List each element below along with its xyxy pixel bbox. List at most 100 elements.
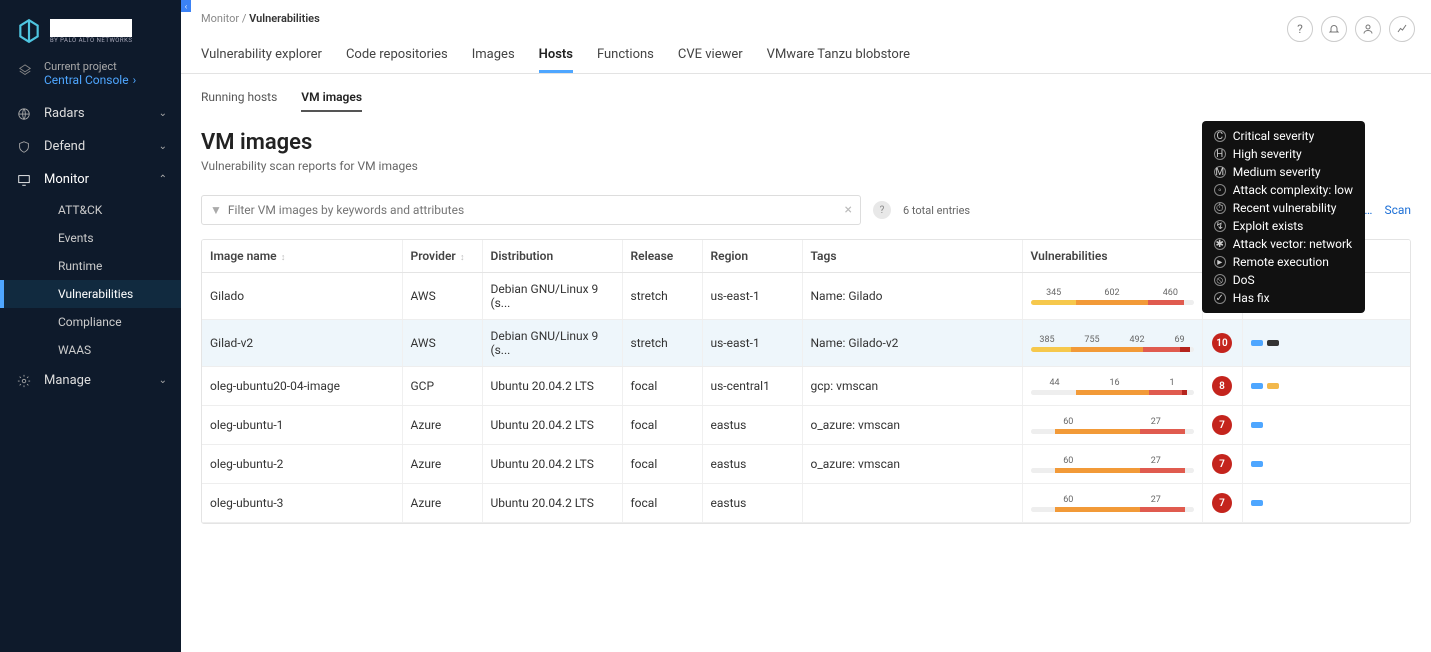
severity-bar xyxy=(1031,347,1194,352)
nav-item-radars[interactable]: Radars⌄ xyxy=(0,97,181,130)
entry-count: 6 total entries xyxy=(903,204,970,217)
actions-cell[interactable] xyxy=(1251,461,1403,467)
severity-bar xyxy=(1031,300,1194,305)
nav-list: Radars⌄Defend⌄Monitor⌃ATT&CKEventsRuntim… xyxy=(0,97,181,397)
tooltip-row: ◦Attack complexity: low xyxy=(1214,183,1353,197)
severity-icon: M xyxy=(1214,166,1226,178)
col-header[interactable]: Image name ↕ xyxy=(202,240,402,273)
scan-button[interactable]: Scan xyxy=(1384,203,1411,217)
chevron-down-icon: ⌄ xyxy=(159,108,167,119)
sort-icon: ↕ xyxy=(458,253,465,263)
globe-icon xyxy=(16,107,32,121)
clear-icon[interactable]: × xyxy=(845,202,852,218)
table-row[interactable]: Gilad-v2AWSDebian GNU/Linux 9 (s...stret… xyxy=(202,320,1410,367)
shield-icon xyxy=(16,140,32,154)
col-header[interactable]: Region xyxy=(702,240,802,273)
table-row[interactable]: oleg-ubuntu-1AzureUbuntu 20.04.2 LTSfoca… xyxy=(202,406,1410,445)
brand-sub: BY PALO ALTO NETWORKS xyxy=(50,37,132,44)
risk-badge[interactable]: 7 xyxy=(1212,493,1232,513)
severity-icon: C xyxy=(1214,130,1226,142)
severity-icon: ◦ xyxy=(1214,184,1226,196)
main-pane: ? Monitor / Vulnerabilities Vulnerabilit… xyxy=(181,0,1431,652)
help-icon[interactable]: ? xyxy=(1287,16,1313,42)
user-icon[interactable] xyxy=(1355,16,1381,42)
subnav-runtime[interactable]: Runtime xyxy=(0,252,181,280)
table-row[interactable]: oleg-ubuntu20-04-imageGCPUbuntu 20.04.2 … xyxy=(202,367,1410,406)
severity-bar xyxy=(1031,507,1194,512)
sort-icon: ↕ xyxy=(279,253,286,263)
chart-icon[interactable] xyxy=(1389,16,1415,42)
table-row[interactable]: oleg-ubuntu-2AzureUbuntu 20.04.2 LTSfoca… xyxy=(202,445,1410,484)
tabs-top: Vulnerability explorer Code repositories I… xyxy=(181,29,1431,74)
severity-icon: ⦸ xyxy=(1214,274,1226,286)
subnav-events[interactable]: Events xyxy=(0,224,181,252)
risk-factors-tooltip: CCritical severityHHigh severityMMedium … xyxy=(1202,121,1365,313)
chevron-right-icon: › xyxy=(133,73,137,87)
subnav-vulnerabilities[interactable]: Vulnerabilities xyxy=(0,280,181,308)
severity-icon: ✱ xyxy=(1214,238,1226,250)
tooltip-row: ⦸DoS xyxy=(1214,273,1353,287)
tab-hosts[interactable]: Hosts xyxy=(539,39,573,73)
subnav-compliance[interactable]: Compliance xyxy=(0,308,181,336)
subnav-waas[interactable]: WAAS xyxy=(0,336,181,364)
table-row[interactable]: oleg-ubuntu-3AzureUbuntu 20.04.2 LTSfoca… xyxy=(202,484,1410,523)
nav-item-manage[interactable]: Manage⌄ xyxy=(0,364,181,397)
breadcrumb-parent[interactable]: Monitor xyxy=(201,12,239,25)
nav-item-defend[interactable]: Defend⌄ xyxy=(0,130,181,163)
tab-cve-viewer[interactable]: CVE viewer xyxy=(678,39,743,73)
filter-icon: ▼ xyxy=(210,203,222,217)
risk-badge[interactable]: 7 xyxy=(1212,454,1232,474)
bell-icon[interactable] xyxy=(1321,16,1347,42)
risk-badge[interactable]: 7 xyxy=(1212,415,1232,435)
nav-item-monitor[interactable]: Monitor⌃ xyxy=(0,163,181,196)
monitor-icon xyxy=(16,173,32,187)
sidebar-collapse[interactable]: ‹ xyxy=(181,0,191,12)
gear-icon xyxy=(16,374,32,388)
col-header[interactable]: Tags xyxy=(802,240,1022,273)
severity-bar xyxy=(1031,468,1194,473)
severity-icon: H xyxy=(1214,148,1226,160)
tab-vulnerability-explorer[interactable]: Vulnerability explorer xyxy=(201,39,322,73)
col-header[interactable]: Release xyxy=(622,240,702,273)
search-help-icon[interactable]: ? xyxy=(873,201,891,219)
tooltip-row: ✓Has fix xyxy=(1214,291,1353,305)
severity-icon: ✓ xyxy=(1214,292,1226,304)
risk-badge[interactable]: 8 xyxy=(1212,376,1232,396)
breadcrumb-current: Vulnerabilities xyxy=(249,12,320,25)
tooltip-row: ⏱Recent vulnerability xyxy=(1214,201,1353,215)
severity-bar xyxy=(1031,429,1194,434)
tabs-sub: Running hosts VM images xyxy=(181,74,1431,112)
project-label: Current project xyxy=(44,60,165,73)
actions-cell[interactable] xyxy=(1251,500,1403,506)
project-selector[interactable]: Current project Central Console› xyxy=(0,50,181,97)
tab-code-repositories[interactable]: Code repositories xyxy=(346,39,448,73)
breadcrumb: Monitor / Vulnerabilities xyxy=(181,0,1431,29)
col-header[interactable]: Distribution xyxy=(482,240,622,273)
col-header[interactable]: Vulnerabilities xyxy=(1022,240,1202,273)
subtab-running-hosts[interactable]: Running hosts xyxy=(201,84,277,112)
severity-bar xyxy=(1031,390,1194,395)
tooltip-row: HHigh severity xyxy=(1214,147,1353,161)
tab-images[interactable]: Images xyxy=(472,39,515,73)
tooltip-row: ↯Exploit exists xyxy=(1214,219,1353,233)
chevron-down-icon: ⌄ xyxy=(159,141,167,152)
risk-badge[interactable]: 10 xyxy=(1212,333,1232,353)
actions-cell[interactable] xyxy=(1251,422,1403,428)
severity-icon: ⏱ xyxy=(1214,202,1226,214)
actions-cell[interactable] xyxy=(1251,383,1403,389)
subtab-vm-images[interactable]: VM images xyxy=(301,84,362,112)
search-input[interactable] xyxy=(228,203,845,217)
tab-functions[interactable]: Functions xyxy=(597,39,654,73)
tooltip-row: MMedium severity xyxy=(1214,165,1353,179)
subnav-att-ck[interactable]: ATT&CK xyxy=(0,196,181,224)
tab-vmware-tanzu-blobstore[interactable]: VMware Tanzu blobstore xyxy=(767,39,910,73)
search-box[interactable]: ▼ × xyxy=(201,195,861,225)
chevron-up-icon: ⌃ xyxy=(159,174,167,185)
layers-icon xyxy=(18,64,32,78)
tooltip-row: ▸Remote execution xyxy=(1214,255,1353,269)
actions-cell[interactable] xyxy=(1251,340,1403,346)
col-header[interactable]: Provider ↕ xyxy=(402,240,482,273)
severity-icon: ▸ xyxy=(1214,256,1226,268)
sidebar: ‹ CLOUD BY PALO ALTO NETWORKS Current pr… xyxy=(0,0,181,652)
severity-icon: ↯ xyxy=(1214,220,1226,232)
